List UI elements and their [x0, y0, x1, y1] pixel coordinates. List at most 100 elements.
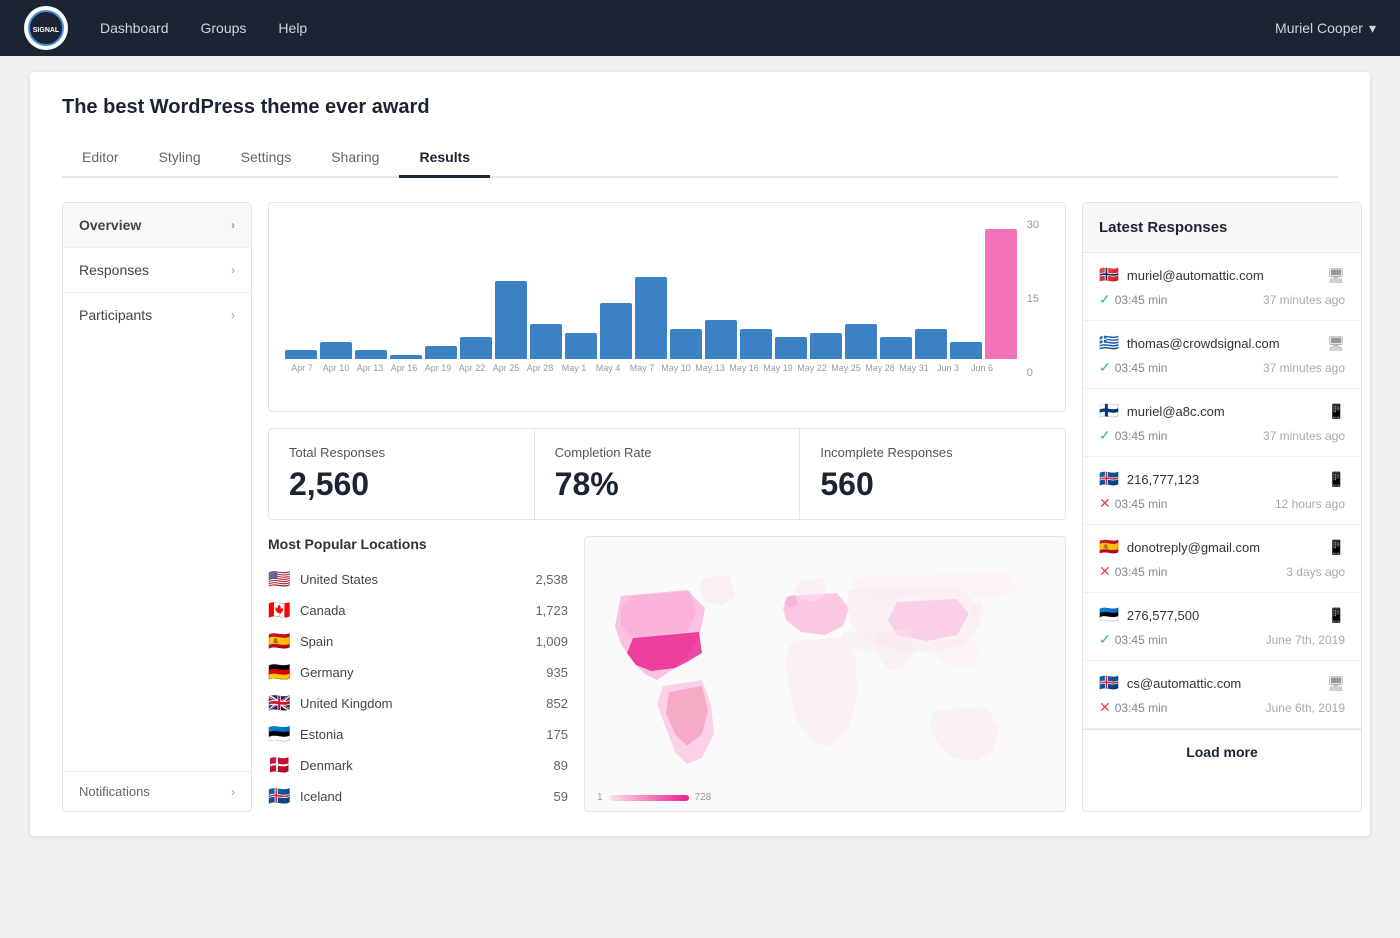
- app-logo[interactable]: SIGNAL: [24, 6, 68, 50]
- chart-bar: [285, 350, 317, 359]
- chart-xlabel: Apr 7: [285, 363, 319, 373]
- tabs-bar: Editor Styling Settings Sharing Results: [62, 139, 1338, 178]
- status-err-icon: ✕: [1099, 495, 1111, 512]
- location-flag: 🇨🇦: [268, 600, 292, 621]
- response-ago: 12 hours ago: [1275, 497, 1345, 511]
- response-flag: 🇮🇸: [1099, 673, 1119, 693]
- response-ago: 37 minutes ago: [1263, 361, 1345, 375]
- chart-bar: [565, 333, 597, 359]
- response-email: muriel@a8c.com: [1127, 404, 1320, 419]
- chart-xlabel: Jun 6: [965, 363, 999, 373]
- map-legend-max: 728: [695, 792, 712, 803]
- response-status: ✓ 03:45 min: [1099, 359, 1167, 376]
- response-time: 03:45 min: [1115, 701, 1168, 715]
- location-name: Estonia: [300, 727, 538, 742]
- chart-bar: [670, 329, 702, 359]
- location-flag: 🇺🇸: [268, 569, 292, 590]
- sidebar-item-participants[interactable]: Participants ›: [63, 293, 251, 337]
- location-name: United Kingdom: [300, 696, 538, 711]
- latest-responses-header: Latest Responses: [1083, 203, 1361, 253]
- response-device-icon: 📱: [1328, 607, 1345, 624]
- user-menu[interactable]: Muriel Cooper ▾: [1275, 20, 1376, 37]
- chart-xlabel: Jun 3: [931, 363, 965, 373]
- tab-results[interactable]: Results: [399, 139, 490, 178]
- response-email: donotreply@gmail.com: [1127, 540, 1320, 555]
- location-name: United States: [300, 572, 527, 587]
- chart-xlabel: Apr 19: [421, 363, 455, 373]
- response-item: 🇫🇮 muriel@a8c.com 📱 ✓ 03:45 min 37 minut…: [1083, 389, 1361, 457]
- stat-incomplete-label: Incomplete Responses: [820, 445, 1045, 460]
- chart-xlabel: Apr 25: [489, 363, 523, 373]
- response-device-icon: 📱: [1328, 471, 1345, 488]
- response-device-icon: 🖥: [1327, 675, 1345, 692]
- stat-completion-label: Completion Rate: [555, 445, 780, 460]
- nav-dashboard[interactable]: Dashboard: [100, 20, 169, 36]
- chart-bar: [705, 320, 737, 359]
- response-status: ✓ 03:45 min: [1099, 631, 1167, 648]
- sidebar-item-responses[interactable]: Responses ›: [63, 248, 251, 293]
- load-more-button[interactable]: Load more: [1083, 729, 1361, 774]
- response-item: 🇪🇪 276,577,500 📱 ✓ 03:45 min June 7th, 2…: [1083, 593, 1361, 661]
- response-item: 🇪🇸 donotreply@gmail.com 📱 ✕ 03:45 min 3 …: [1083, 525, 1361, 593]
- world-map-svg: [585, 537, 1065, 811]
- response-time: 03:45 min: [1115, 497, 1168, 511]
- map-legend-min: 1: [597, 792, 603, 803]
- location-count: 1,009: [535, 634, 568, 649]
- tab-styling[interactable]: Styling: [139, 139, 221, 178]
- chevron-right-icon: ›: [231, 218, 235, 232]
- sidebar-item-overview[interactable]: Overview ›: [63, 203, 251, 248]
- response-flag: 🇪🇸: [1099, 537, 1119, 557]
- chart-bar: [530, 324, 562, 359]
- main-panel: 30 15 0 Apr 7Apr 10Apr 13Apr 16Apr 19Apr…: [268, 202, 1066, 812]
- status-ok-icon: ✓: [1099, 427, 1111, 444]
- location-row: 🇺🇸 United States 2,538: [268, 564, 568, 595]
- chart-bars: [285, 219, 1049, 359]
- chart-bar: [460, 337, 492, 359]
- location-count: 59: [554, 789, 568, 804]
- location-count: 1,723: [535, 603, 568, 618]
- chart-xlabel: May 19: [761, 363, 795, 373]
- stat-incomplete-value: 560: [820, 466, 1045, 503]
- stat-total-responses: Total Responses 2,560: [269, 429, 535, 519]
- response-ago: 3 days ago: [1286, 565, 1345, 579]
- location-count: 2,538: [535, 572, 568, 587]
- location-name: Spain: [300, 634, 527, 649]
- location-count: 935: [546, 665, 568, 680]
- stat-completion-value: 78%: [555, 466, 780, 503]
- chart-xlabel: May 22: [795, 363, 829, 373]
- chart-bar: [425, 346, 457, 359]
- response-flag: 🇮🇸: [1099, 469, 1119, 489]
- response-ago: June 7th, 2019: [1266, 633, 1345, 647]
- status-err-icon: ✕: [1099, 563, 1111, 580]
- chart-xlabel: May 10: [659, 363, 693, 373]
- tab-editor[interactable]: Editor: [62, 139, 139, 178]
- location-name: Iceland: [300, 789, 546, 804]
- response-item: 🇮🇸 216,777,123 📱 ✕ 03:45 min 12 hours ag…: [1083, 457, 1361, 525]
- location-count: 852: [546, 696, 568, 711]
- chart-bar: [810, 333, 842, 359]
- response-time: 03:45 min: [1115, 633, 1168, 647]
- location-flag: 🇮🇸: [268, 786, 292, 807]
- status-ok-icon: ✓: [1099, 631, 1111, 648]
- response-email: cs@automattic.com: [1127, 676, 1319, 691]
- stat-total-value: 2,560: [289, 466, 514, 503]
- chevron-right-icon: ›: [231, 308, 235, 322]
- location-count: 89: [554, 758, 568, 773]
- chart-xlabel: Apr 28: [523, 363, 557, 373]
- nav-groups[interactable]: Groups: [201, 20, 247, 36]
- page-container: The best WordPress theme ever award Edit…: [30, 72, 1370, 836]
- location-flag: 🇩🇰: [268, 755, 292, 776]
- chart-bar: [985, 229, 1017, 359]
- y-label-30: 30: [1027, 219, 1039, 231]
- tab-sharing[interactable]: Sharing: [311, 139, 399, 178]
- stats-row: Total Responses 2,560 Completion Rate 78…: [268, 428, 1066, 520]
- response-status: ✕ 03:45 min: [1099, 563, 1167, 580]
- response-flag: 🇫🇮: [1099, 401, 1119, 421]
- chart-xlabel: Apr 16: [387, 363, 421, 373]
- tab-settings[interactable]: Settings: [221, 139, 312, 178]
- location-count: 175: [546, 727, 568, 742]
- chart-yaxis: 30 15 0: [1027, 219, 1039, 379]
- sidebar-item-notifications[interactable]: Notifications ›: [63, 771, 251, 811]
- response-item: 🇬🇷 thomas@crowdsignal.com 🖥 ✓ 03:45 min …: [1083, 321, 1361, 389]
- nav-help[interactable]: Help: [278, 20, 307, 36]
